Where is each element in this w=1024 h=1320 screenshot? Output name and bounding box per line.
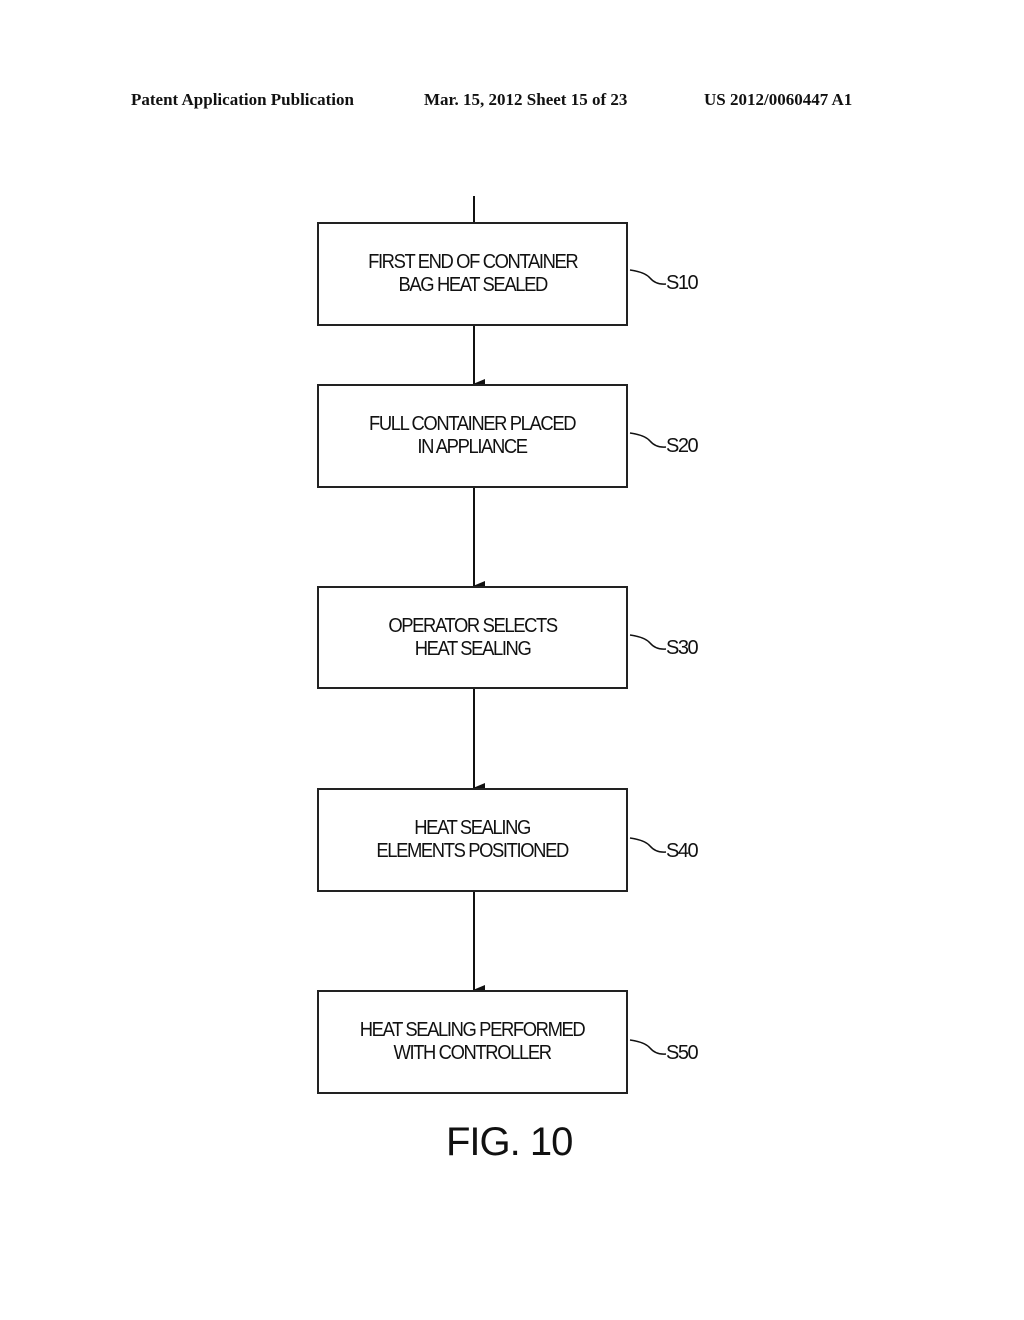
- step-box-s40: HEAT SEALING ELEMENTS POSITIONED: [317, 788, 628, 892]
- step-text: HEAT SEALING ELEMENTS POSITIONED: [376, 817, 570, 862]
- leader-s40: [629, 837, 667, 853]
- leader-s50: [629, 1039, 667, 1055]
- step-text: OPERATOR SELECTS HEAT SEALING: [388, 614, 558, 660]
- step-label-s10: S10: [666, 272, 699, 294]
- step-box-s20: FULL CONTAINER PLACED IN APPLIANCE: [317, 384, 628, 488]
- step-label-s20: S20: [666, 435, 699, 457]
- leader-s30: [629, 634, 667, 650]
- step-text: FIRST END OF CONTAINER BAG HEAT SEALED: [367, 251, 579, 296]
- step-text: FULL CONTAINER PLACED IN APPLIANCE: [369, 413, 577, 458]
- step-box-s50: HEAT SEALING PERFORMED WITH CONTROLLER: [317, 990, 628, 1094]
- leader-s20: [629, 432, 667, 448]
- step-label-s40: S40: [666, 840, 699, 862]
- figure-caption: FIG. 10: [446, 1120, 573, 1164]
- step-text: HEAT SEALING PERFORMED WITH CONTROLLER: [360, 1019, 586, 1064]
- step-box-s30: OPERATOR SELECTS HEAT SEALING: [317, 586, 628, 689]
- step-label-s30: S30: [666, 637, 699, 659]
- step-box-s10: FIRST END OF CONTAINER BAG HEAT SEALED: [317, 222, 628, 326]
- step-label-s50: S50: [666, 1042, 699, 1064]
- leader-s10: [629, 269, 667, 285]
